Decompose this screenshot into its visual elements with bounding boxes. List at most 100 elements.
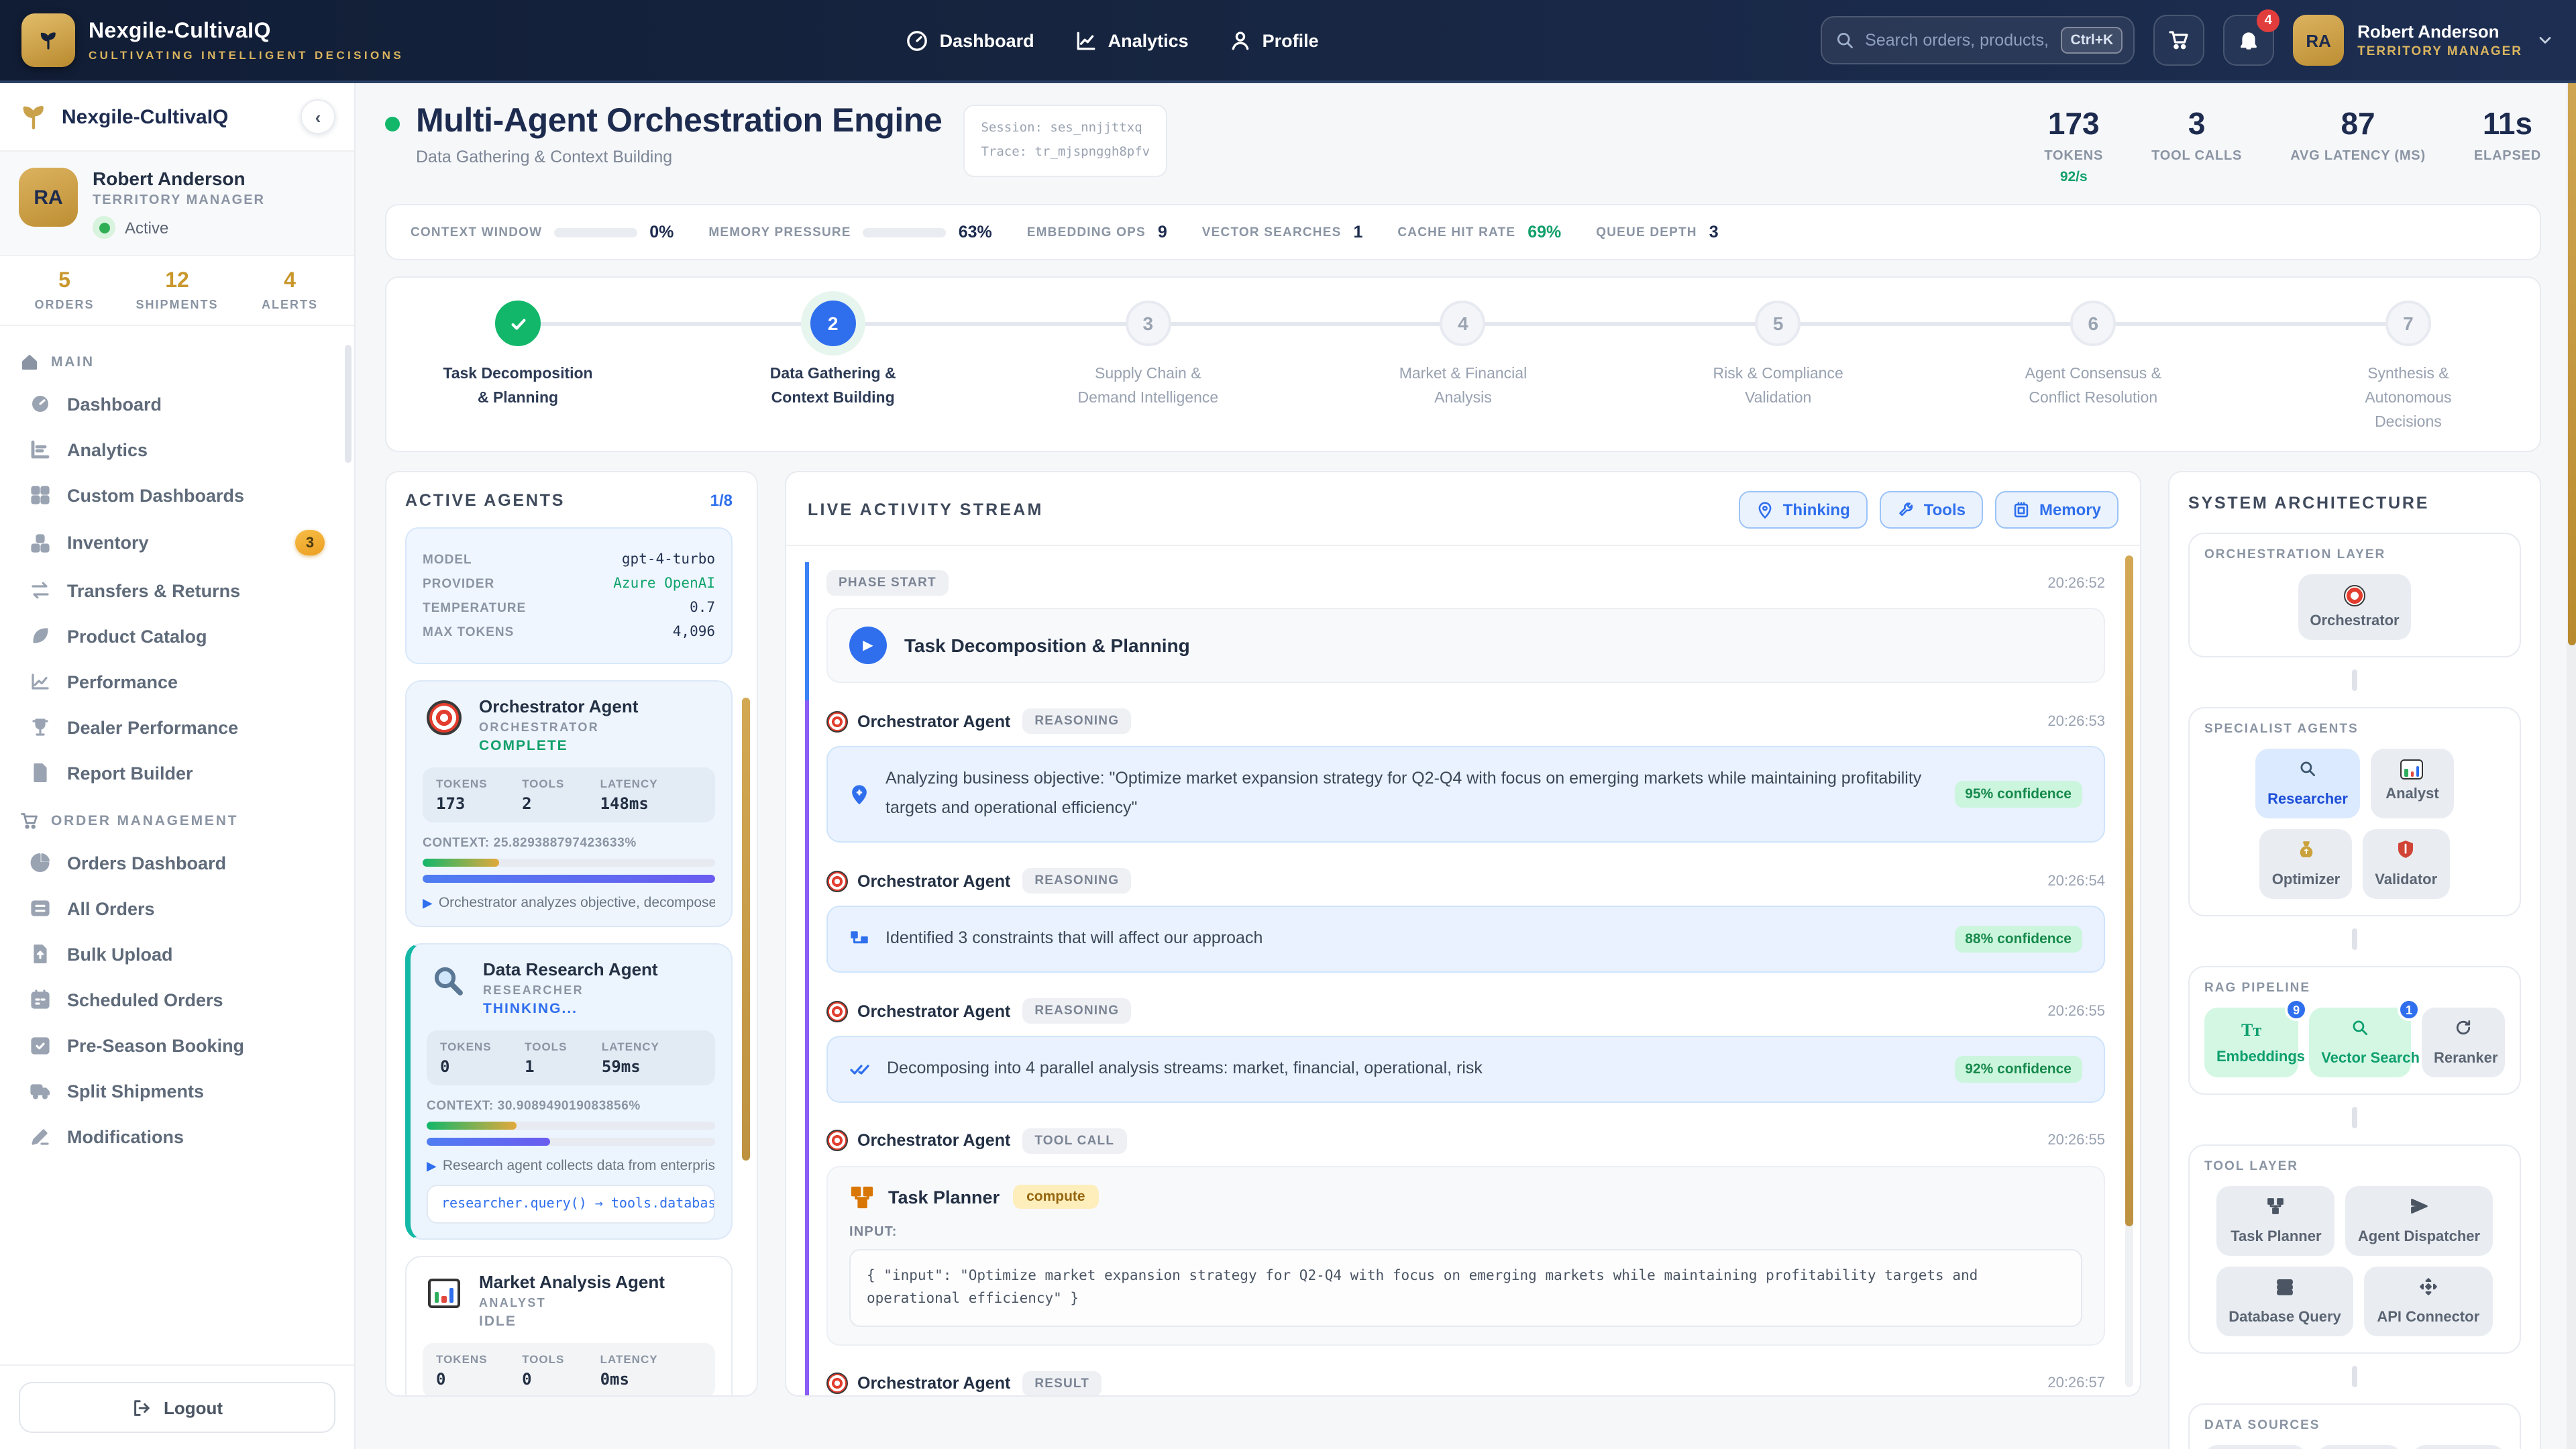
search-input[interactable] (1865, 31, 2050, 50)
notifications-button[interactable]: 4 (2223, 15, 2274, 66)
sidebar-item-inventory[interactable]: Inventory 3 (17, 518, 337, 568)
node-postgresql[interactable]: PostgreSQL (2204, 1446, 2306, 1449)
node-vector-search[interactable]: Vector Search1 (2309, 1008, 2411, 1078)
status-dot (93, 216, 115, 239)
stream-scrollbar[interactable] (2125, 556, 2133, 1227)
trace-id: Trace: tr_mjspnggh8pfv (981, 141, 1150, 165)
filter-tools-button[interactable]: Tools (1880, 492, 1983, 529)
agent-status: COMPLETE (479, 739, 638, 755)
avatar: RA (19, 168, 78, 227)
nav-link-profile[interactable]: Profile (1229, 29, 1319, 52)
node-orchestrator[interactable]: Orchestrator (2298, 575, 2411, 641)
page-scrollbar[interactable] (2567, 17, 2575, 645)
memory-icon (2012, 502, 2030, 519)
agent-stats: TOKENS173 TOOLS2 LATENCY148ms (423, 768, 715, 823)
node-validator[interactable]: Validator (2363, 830, 2449, 900)
sidebar-item-label: Pre-Season Booking (67, 1035, 244, 1055)
sidebar-item-bulk-upload[interactable]: Bulk Upload (17, 931, 337, 977)
user-role: TERRITORY MANAGER (93, 193, 265, 208)
node-reranker[interactable]: Reranker (2422, 1008, 2505, 1078)
sidebar-item-label: Dealer Performance (67, 717, 238, 737)
sidebar-item-split-shipments[interactable]: Split Shipments (17, 1068, 337, 1114)
sidebar-collapse-button[interactable]: ‹ (301, 99, 335, 134)
model-config-card: MODELgpt-4-turbo PROVIDERAzure OpenAI TE… (405, 528, 733, 665)
shield-icon (2397, 841, 2416, 859)
sidebar-item-report-builder[interactable]: Report Builder (17, 750, 337, 796)
agent-task: ▶Orchestrator analyzes objective, decomp… (423, 896, 715, 912)
step-6[interactable]: 6Agent Consensus & Conflict Resolution (2002, 301, 2184, 435)
sidebar-item-performance[interactable]: Performance (17, 659, 337, 704)
sidebar-item-orders-dashboard[interactable]: Orders Dashboard (17, 840, 337, 885)
user-menu[interactable]: RA Robert Anderson TERRITORY MANAGER (2293, 15, 2555, 66)
node-database-query[interactable]: Database Query (2216, 1267, 2353, 1337)
user-name: Robert Anderson (2357, 21, 2522, 42)
step-3[interactable]: 3Supply Chain & Demand Intelligence (1057, 301, 1239, 435)
sidebar-stats: 5ORDERS 12SHIPMENTS 4ALERTS (0, 256, 354, 326)
node-rest-apis[interactable]: REST APIs (2412, 1446, 2505, 1449)
filter-thinking-button[interactable]: Thinking (1739, 492, 1868, 529)
sidebar-item-modifications[interactable]: Modifications (17, 1114, 337, 1159)
sidebar-item-analytics[interactable]: Analytics (17, 427, 337, 472)
sidebar-item-label: Product Catalog (67, 626, 207, 646)
page-subtitle: Data Gathering & Context Building (416, 148, 942, 166)
cart-button[interactable] (2153, 15, 2204, 66)
sidebar-item-custom-dashboards[interactable]: Custom Dashboards (17, 472, 337, 518)
node-analyst[interactable]: Analyst (2371, 749, 2454, 819)
sidebar-item-dealer-performance[interactable]: Dealer Performance (17, 704, 337, 750)
brand-name: Nexgile-CultivaIQ (89, 19, 404, 44)
magnifier-icon (2298, 760, 2317, 779)
step-7[interactable]: 7Synthesis & Autonomous Decisions (2317, 301, 2500, 435)
sidebar-item-dashboard[interactable]: Dashboard (17, 381, 337, 427)
node-agent-dispatcher[interactable]: Agent Dispatcher (2346, 1187, 2492, 1256)
calendar-icon (30, 989, 51, 1010)
node-embeddings[interactable]: TтEmbeddings9 (2204, 1008, 2298, 1078)
brand-tagline: CULTIVATING INTELLIGENT DECISIONS (89, 48, 404, 61)
logout-button[interactable]: Logout (19, 1382, 335, 1433)
agent-card-analyst[interactable]: Market Analysis Agent ANALYST IDLE TOKEN… (405, 1256, 733, 1397)
entry-badge: PHASE START (826, 571, 949, 596)
nav-link-dashboard[interactable]: Dashboard (906, 29, 1034, 52)
sidebar-scrollbar[interactable] (345, 345, 352, 463)
session-trace-card: Session: ses_nnjjttxq Trace: tr_mjspnggh… (963, 105, 1167, 177)
connector (2352, 670, 2357, 692)
filter-memory-button[interactable]: Memory (1995, 492, 2118, 529)
step-2[interactable]: 2Data Gathering & Context Building (742, 301, 924, 435)
sidebar-item-label: Custom Dashboards (67, 485, 244, 505)
page-scrollbar-track[interactable] (2567, 0, 2576, 1449)
agent-card-orchestrator[interactable]: Orchestrator Agent ORCHESTRATOR COMPLETE… (405, 681, 733, 928)
sidebar-item-transfers-returns[interactable]: Transfers & Returns (17, 568, 337, 613)
step-1[interactable]: Task Decomposition & Planning (427, 301, 609, 435)
node-pinecone[interactable]: Pinecone (2317, 1446, 2401, 1449)
sidebar-item-product-catalog[interactable]: Product Catalog (17, 613, 337, 659)
viewport: Nexgile-CultivaIQ CULTIVATING INTELLIGEN… (0, 0, 2576, 1449)
agent-role: ORCHESTRATOR (479, 721, 638, 735)
agent-stats: TOKENS0 TOOLS1 LATENCY59ms (427, 1031, 715, 1086)
agents-scrollbar[interactable] (742, 698, 750, 1161)
entry-time: 20:26:54 (2047, 873, 2105, 889)
pie-chart-icon (30, 852, 51, 873)
entry-agent: Orchestrator Agent (826, 1000, 1010, 1022)
check-icon (508, 313, 528, 333)
sidebar-user-card: RA Robert Anderson TERRITORY MANAGER Act… (0, 152, 354, 256)
agent-card-researcher[interactable]: Data Research Agent RESEARCHER THINKING.… (405, 944, 733, 1240)
node-researcher[interactable]: Researcher (2255, 749, 2360, 819)
node-api-connector[interactable]: API Connector (2364, 1267, 2493, 1337)
node-optimizer[interactable]: Optimizer (2260, 830, 2352, 900)
entry-time: 20:26:55 (2047, 1133, 2105, 1149)
sidebar-item-pre-season-booking[interactable]: Pre-Season Booking (17, 1022, 337, 1068)
step-4[interactable]: 4Market & Financial Analysis (1372, 301, 1554, 435)
nav-link-label: Dashboard (940, 30, 1034, 50)
layer-specialist-agents: SPECIALIST AGENTS Researcher Analyst Opt… (2188, 708, 2521, 917)
sidebar-item-scheduled-orders[interactable]: Scheduled Orders (17, 977, 337, 1022)
vector-search-badge: 1 (2398, 999, 2420, 1022)
global-search[interactable]: Ctrl+K (1821, 16, 2135, 64)
agent-stats: TOKENS0 TOOLS0 LATENCY0ms (423, 1344, 715, 1397)
sidebar-item-all-orders[interactable]: All Orders (17, 885, 337, 931)
sidebar-item-label: Dashboard (67, 394, 162, 414)
step-5[interactable]: 5Risk & Compliance Validation (1687, 301, 1870, 435)
filter-label: Thinking (1783, 501, 1850, 520)
agent-status: IDLE (479, 1314, 665, 1330)
node-task-planner[interactable]: Task Planner (2217, 1187, 2335, 1256)
nav-link-analytics[interactable]: Analytics (1075, 29, 1189, 52)
branch-icon (849, 929, 869, 949)
